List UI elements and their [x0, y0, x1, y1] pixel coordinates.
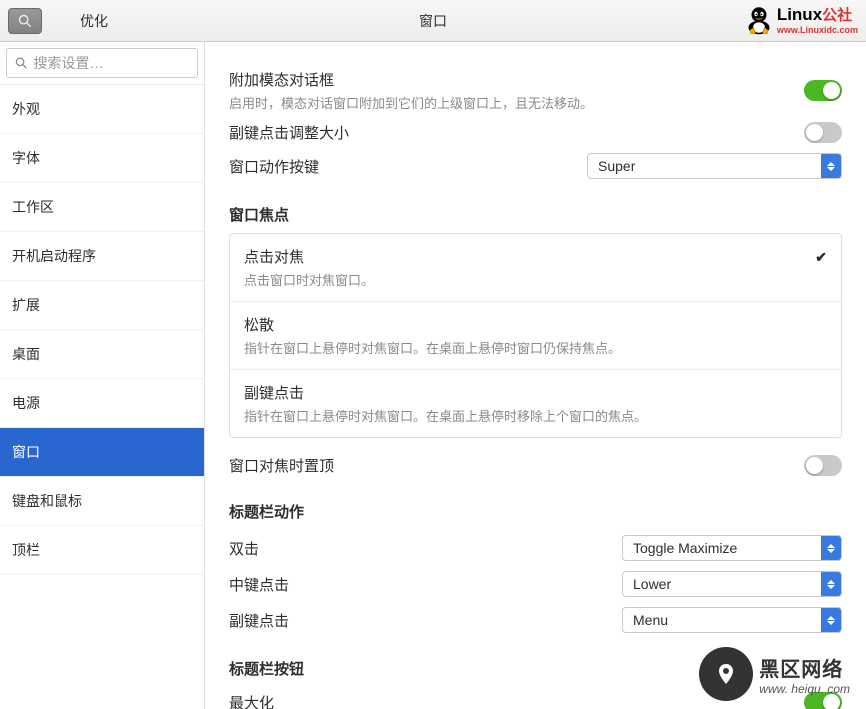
nav-list: 外观 字体 工作区 开机启动程序 扩展 桌面 电源 窗口 键盘和鼠标 顶栏 — [0, 85, 204, 709]
row-attach-modal: 附加模态对话框 启用时，模态对话窗口附加到它们的上级窗口上，且无法移动。 — [229, 64, 842, 117]
middleclick-select[interactable]: Lower — [622, 571, 842, 597]
attach-modal-toggle[interactable] — [804, 80, 842, 101]
attach-modal-desc: 启用时，模态对话窗口附加到它们的上级窗口上，且无法移动。 — [229, 93, 804, 112]
page-title: 窗口 — [419, 11, 447, 31]
focus-option-click[interactable]: 点击对焦 点击窗口时对焦窗口。 ✔ — [230, 234, 841, 302]
doubleclick-title: 双击 — [229, 538, 259, 559]
select-arrow-icon — [821, 154, 841, 178]
secondaryclick-select[interactable]: Menu — [622, 607, 842, 633]
row-doubleclick: 双击 Toggle Maximize — [229, 530, 842, 566]
sidebar-item-appearance[interactable]: 外观 — [0, 85, 204, 134]
row-resize-secondary: 副键点击调整大小 — [229, 117, 842, 148]
section-focus: 窗口焦点 — [229, 204, 842, 225]
watermark-text-2: www. heiqu. com — [759, 682, 850, 696]
sidebar-item-workspaces[interactable]: 工作区 — [0, 183, 204, 232]
focus-click-desc: 点击窗口时对焦窗口。 — [244, 270, 815, 289]
check-icon: ✔ — [815, 249, 827, 266]
sidebar-item-topbar[interactable]: 顶栏 — [0, 526, 204, 575]
focus-option-sloppy[interactable]: 松散 指针在窗口上悬停时对焦窗口。在桌面上悬停时窗口仍保持焦点。 — [230, 302, 841, 370]
focus-sloppy-desc: 指针在窗口上悬停时对焦窗口。在桌面上悬停时窗口仍保持焦点。 — [244, 338, 827, 357]
action-key-title: 窗口动作按键 — [229, 156, 319, 177]
row-focus-raise: 窗口对焦时置顶 — [229, 450, 842, 481]
secondaryclick-value: Menu — [623, 612, 821, 628]
select-arrow-icon — [821, 536, 841, 560]
resize-secondary-title: 副键点击调整大小 — [229, 122, 349, 143]
watermark-text-1: 黑区网络 — [759, 653, 850, 682]
row-middleclick: 中键点击 Lower — [229, 566, 842, 602]
search-input[interactable] — [34, 55, 189, 71]
row-secondaryclick: 副键点击 Menu — [229, 602, 842, 638]
search-icon — [18, 14, 32, 28]
attach-modal-title: 附加模态对话框 — [229, 69, 804, 90]
watermark-logo-icon — [699, 647, 753, 701]
content-pane: 附加模态对话框 启用时，模态对话窗口附加到它们的上级窗口上，且无法移动。 副键点… — [205, 42, 866, 709]
middleclick-title: 中键点击 — [229, 574, 289, 595]
search-wrap — [0, 42, 204, 85]
focus-secondary-title: 副键点击 — [244, 382, 827, 403]
sidebar: 外观 字体 工作区 开机启动程序 扩展 桌面 电源 窗口 键盘和鼠标 顶栏 — [0, 42, 205, 709]
sidebar-item-keyboard[interactable]: 键盘和鼠标 — [0, 477, 204, 526]
doubleclick-value: Toggle Maximize — [623, 540, 821, 556]
focus-secondary-desc: 指针在窗口上悬停时对焦窗口。在桌面上悬停时移除上个窗口的焦点。 — [244, 406, 827, 425]
secondaryclick-title: 副键点击 — [229, 610, 289, 631]
resize-secondary-toggle[interactable] — [804, 122, 842, 143]
focus-group: 点击对焦 点击窗口时对焦窗口。 ✔ 松散 指针在窗口上悬停时对焦窗口。在桌面上悬… — [229, 233, 842, 438]
watermark-top: Linux公社 www.Linuxidc.com — [744, 4, 858, 35]
tux-icon — [744, 5, 774, 35]
watermark-bottom: 黑区网络 www. heiqu. com — [699, 647, 850, 701]
focus-click-title: 点击对焦 — [244, 246, 815, 267]
focus-sloppy-title: 松散 — [244, 314, 827, 335]
section-titlebar-actions: 标题栏动作 — [229, 501, 842, 522]
doubleclick-select[interactable]: Toggle Maximize — [622, 535, 842, 561]
focus-raise-toggle[interactable] — [804, 455, 842, 476]
focus-option-secondary[interactable]: 副键点击 指针在窗口上悬停时对焦窗口。在桌面上悬停时移除上个窗口的焦点。 — [230, 370, 841, 437]
sidebar-item-power[interactable]: 电源 — [0, 379, 204, 428]
app-title: 优化 — [80, 11, 108, 31]
header-search-button[interactable] — [8, 8, 42, 34]
sidebar-item-startup[interactable]: 开机启动程序 — [0, 232, 204, 281]
row-action-key: 窗口动作按键 Super — [229, 148, 842, 184]
select-arrow-icon — [821, 608, 841, 632]
sidebar-item-desktop[interactable]: 桌面 — [0, 330, 204, 379]
select-arrow-icon — [821, 572, 841, 596]
sidebar-item-fonts[interactable]: 字体 — [0, 134, 204, 183]
focus-raise-title: 窗口对焦时置顶 — [229, 455, 334, 476]
action-key-select[interactable]: Super — [587, 153, 842, 179]
titlebar: 优化 窗口 Linux公社 www.Linuxidc.com — [0, 0, 866, 42]
middleclick-value: Lower — [623, 576, 821, 592]
action-key-value: Super — [588, 158, 821, 174]
maximize-title: 最大化 — [229, 692, 274, 709]
sidebar-item-windows[interactable]: 窗口 — [0, 428, 204, 477]
search-box[interactable] — [6, 48, 198, 78]
sidebar-item-extensions[interactable]: 扩展 — [0, 281, 204, 330]
watermark-brand: Linux公社 www.Linuxidc.com — [777, 4, 858, 35]
search-icon — [15, 56, 28, 70]
